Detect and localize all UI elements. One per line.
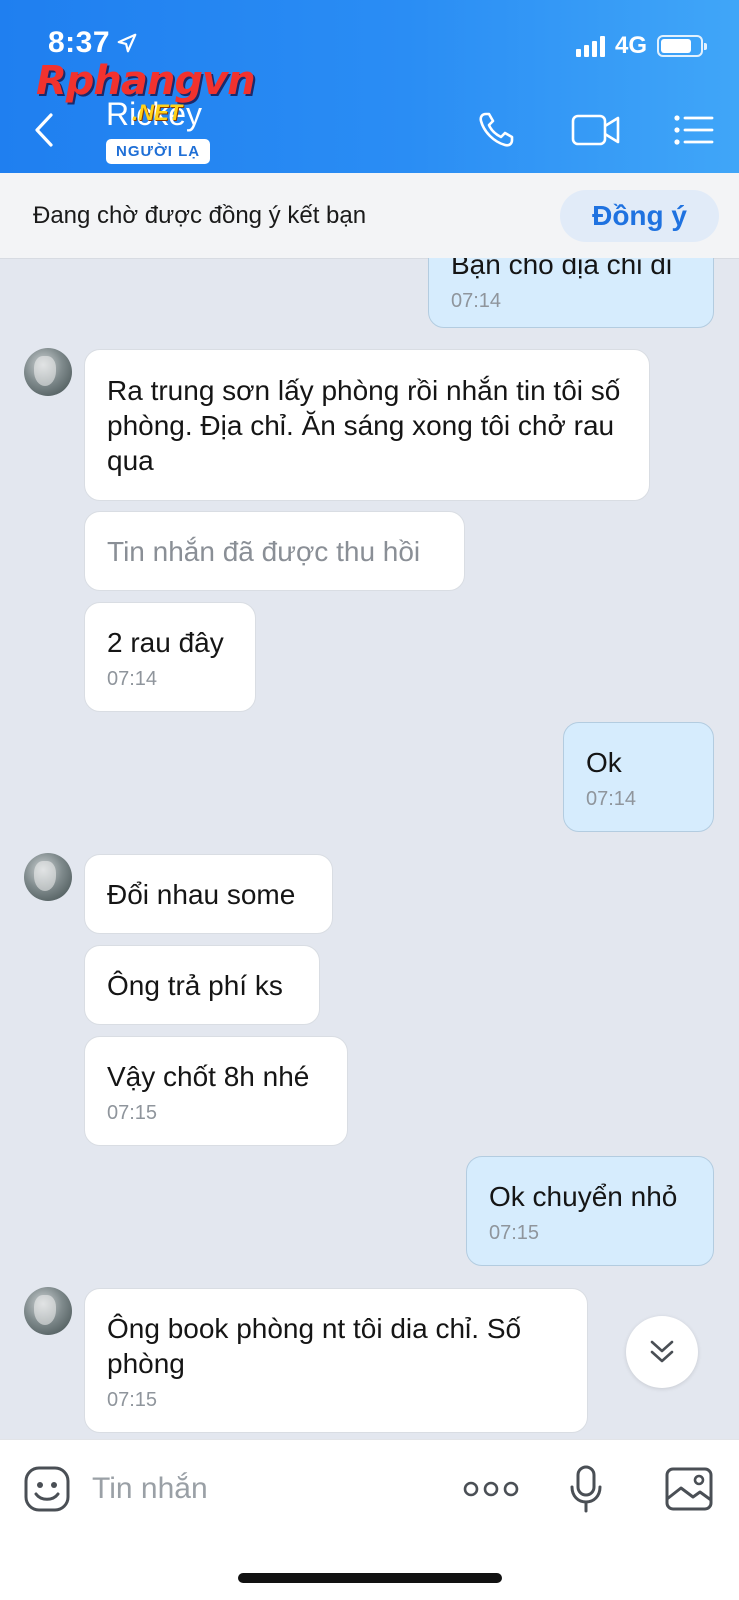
status-indicators: 4G <box>575 32 707 60</box>
recalled-message-text: Tin nhắn đã được thu hồi <box>107 536 421 567</box>
friend-request-bar: Đang chờ được đồng ý kết bạn Đồng ý <box>0 173 739 258</box>
contact-avatar[interactable] <box>24 853 72 901</box>
message-time: 07:14 <box>586 788 637 810</box>
message-time: 07:15 <box>107 1102 158 1124</box>
message-bubble-incoming[interactable]: 2 rau đây 07:14 <box>84 602 256 712</box>
message-bubble-incoming[interactable]: Vậy chốt 8h nhé 07:15 <box>84 1036 348 1146</box>
image-icon <box>665 1467 713 1511</box>
voice-record-button[interactable] <box>566 1460 606 1518</box>
status-clock: 8:37 <box>48 26 111 59</box>
message-text: Ok chuyển nhỏ <box>489 1181 678 1212</box>
message-bubble-incoming[interactable]: Ông book phòng nt tôi dia chỉ. Số phòng … <box>84 1288 588 1433</box>
chat-header: 8:37 4G Rickey NGƯỜI LẠ Rphangvn .NET <box>0 0 739 173</box>
more-options-button[interactable] <box>462 1460 520 1518</box>
back-icon <box>35 113 53 147</box>
message-time: 07:14 <box>107 668 158 690</box>
message-text: Vậy chốt 8h nhé <box>107 1061 310 1092</box>
message-text: Ông trả phí ks <box>107 970 283 1001</box>
message-bubble-incoming[interactable]: Ông trả phí ks <box>84 945 320 1025</box>
more-options-icon <box>463 1481 519 1497</box>
scroll-to-bottom-button[interactable] <box>626 1316 698 1388</box>
message-text: Ra trung sơn lấy phòng rồi nhắn tin tôi … <box>107 375 621 476</box>
message-text: Ok <box>586 747 622 778</box>
accept-friend-button[interactable]: Đồng ý <box>560 189 719 242</box>
video-call-icon <box>571 114 620 146</box>
battery-icon <box>657 35 707 57</box>
message-bubble-outgoing[interactable]: Ok chuyển nhỏ 07:15 <box>466 1156 714 1266</box>
signal-icon <box>575 35 605 57</box>
contact-avatar[interactable] <box>24 348 72 396</box>
message-time: 07:15 <box>107 1389 158 1411</box>
stranger-badge: NGƯỜI LẠ <box>106 139 211 164</box>
menu-list-icon <box>674 115 714 145</box>
home-indicator[interactable] <box>238 1573 502 1583</box>
message-time: 07:14 <box>451 290 502 312</box>
message-bubble-outgoing[interactable]: Ok 07:14 <box>563 722 714 832</box>
microphone-icon <box>570 1465 602 1513</box>
watermark-suffix: .NET <box>132 100 183 125</box>
status-time: 8:37 <box>48 26 138 60</box>
double-chevron-down-icon <box>650 1340 674 1363</box>
message-text: Ông book phòng nt tôi dia chỉ. Số phòng <box>107 1313 522 1379</box>
contact-avatar[interactable] <box>24 1287 72 1335</box>
request-status-text: Đang chờ được đồng ý kết bạn <box>33 201 367 229</box>
network-type: 4G <box>614 32 647 59</box>
location-arrow-icon <box>117 33 137 53</box>
message-input[interactable] <box>92 1462 432 1516</box>
sticker-button[interactable] <box>22 1460 72 1518</box>
message-bubble-incoming[interactable]: Ra trung sơn lấy phòng rồi nhắn tin tôi … <box>84 349 650 501</box>
menu-button[interactable] <box>670 108 718 152</box>
back-button[interactable] <box>28 110 58 150</box>
image-picker-button[interactable] <box>664 1460 714 1518</box>
message-bubble-incoming[interactable]: Đổi nhau some <box>84 854 333 934</box>
message-time: 07:15 <box>489 1222 540 1244</box>
message-bubble-recalled[interactable]: Tin nhắn đã được thu hồi <box>84 511 465 591</box>
phone-icon <box>479 112 514 147</box>
message-text: Đổi nhau some <box>107 879 296 910</box>
voice-call-button[interactable] <box>474 108 522 152</box>
video-call-button[interactable] <box>568 108 624 152</box>
message-text: 2 rau đây <box>107 627 224 658</box>
watermark-logo: Rphangvn <box>36 58 256 104</box>
sticker-icon <box>24 1466 70 1512</box>
